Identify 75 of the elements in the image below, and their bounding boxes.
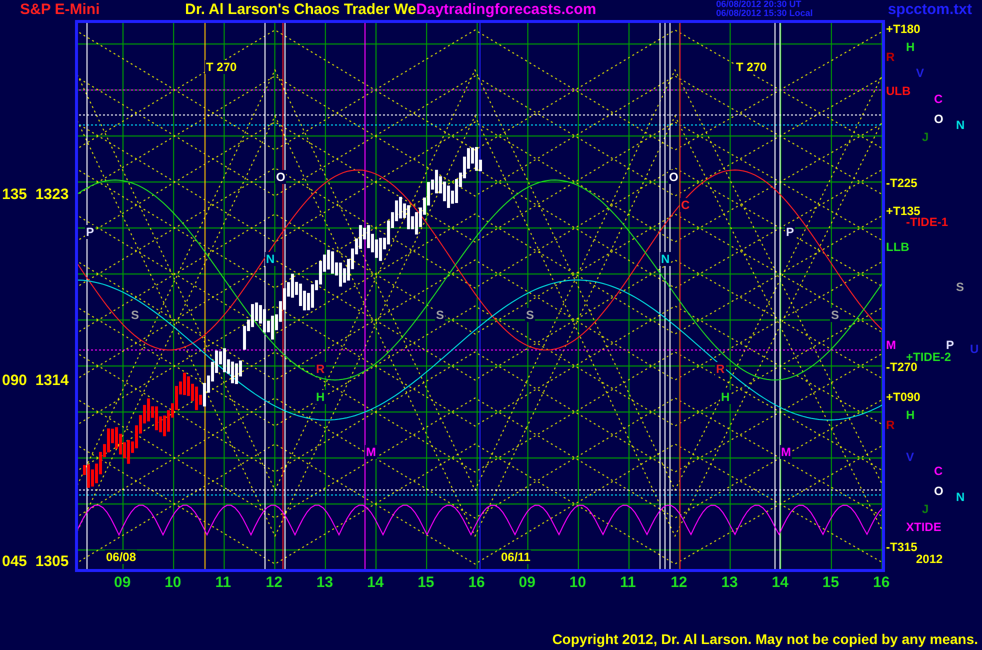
symbol-title: S&P E-Mini: [20, 0, 101, 20]
chart-marker-label: S: [830, 308, 840, 322]
level-label: J: [922, 130, 929, 144]
hour-axis-label: 09: [114, 574, 131, 592]
price-axis-label: 090 1314: [2, 372, 69, 390]
hour-axis-label: 15: [822, 574, 840, 592]
chart-marker-label: M: [365, 445, 377, 459]
level-label: U: [970, 342, 979, 356]
hour-axis-label: 15: [418, 574, 434, 592]
chart-marker-label: H: [720, 390, 731, 404]
level-label: O: [934, 484, 944, 498]
level-label: R: [886, 418, 895, 432]
level-label: R: [886, 50, 895, 64]
chart-marker-label: S: [525, 308, 536, 322]
site-name: Daytradingforecasts.com: [416, 0, 598, 20]
copyright-notice: Copyright 2012, Dr. Al Larson. May not be copied by any means.: [552, 630, 978, 648]
level-label: H: [906, 408, 915, 422]
level-label: +T090: [886, 390, 920, 404]
level-label: S: [956, 280, 964, 294]
price-axis-label: 045 1305: [2, 553, 69, 571]
level-label: +T180: [886, 22, 920, 36]
chart-marker-label: P: [785, 225, 796, 239]
level-label: V: [916, 66, 924, 80]
chart-marker-label: M: [780, 445, 792, 459]
level-label: -TIDE-1: [906, 215, 948, 229]
chart-title: Dr. Al Larson's Chaos Trader We: [185, 0, 416, 20]
hour-axis-label: 12: [670, 574, 688, 592]
chart-marker-label: 06/08: [105, 550, 138, 564]
file-name: spcctom.txt: [888, 0, 972, 20]
chart-marker-label: R: [715, 362, 726, 376]
chart-marker-label: S: [130, 308, 140, 322]
chart-marker-label: N: [660, 252, 671, 266]
level-label: M: [886, 338, 896, 352]
hour-axis-label: 12: [266, 574, 282, 592]
level-label: H: [906, 40, 915, 54]
chart-marker-label: 06/11: [500, 550, 532, 564]
level-label: -T225: [886, 176, 918, 190]
chart-marker-label: S: [435, 308, 446, 322]
hour-axis-label: 10: [164, 574, 182, 592]
chart-marker-label: P: [85, 225, 96, 239]
level-label: 2012: [916, 552, 943, 566]
level-label: LLB: [886, 240, 910, 254]
hour-axis-label: 10: [569, 574, 586, 592]
level-label: C: [934, 92, 943, 106]
chart-marker-label: O: [668, 170, 680, 184]
hour-axis-label: 11: [620, 574, 636, 592]
level-label: O: [934, 112, 944, 126]
timestamp-ut: 06/08/2012 20:30 UT: [716, 0, 802, 9]
chart-marker-label: H: [315, 390, 326, 404]
level-label: ULB: [886, 84, 911, 98]
chart-marker-label: N: [265, 252, 276, 266]
level-label: N: [956, 490, 965, 504]
hour-axis-label: 13: [316, 574, 334, 592]
level-label: +T135: [886, 204, 920, 218]
level-label: N: [956, 118, 965, 132]
hour-axis-label: 14: [772, 574, 788, 592]
chart-marker-label: R: [315, 362, 326, 376]
level-label: J: [922, 502, 929, 516]
level-label: V: [906, 450, 914, 464]
hour-axis-label: 16: [873, 574, 890, 592]
timestamp-local: 06/08/2012 15:30 Local: [716, 9, 813, 18]
chart-marker-label: T 270: [205, 60, 238, 74]
hour-axis-label: 13: [721, 574, 738, 592]
level-label: XTIDE: [906, 520, 942, 534]
price-axis-label: 135 1323: [2, 186, 69, 204]
hour-axis-label: 09: [518, 574, 536, 592]
level-label: P: [946, 338, 954, 352]
level-label: C: [934, 464, 943, 478]
chart-marker-label: C: [680, 198, 691, 212]
level-label: -T315: [886, 540, 918, 554]
hour-axis-label: 14: [367, 574, 384, 592]
hour-axis-label: 11: [215, 574, 232, 592]
chart-marker-label: O: [275, 170, 286, 184]
hour-axis-label: 16: [468, 574, 485, 592]
chart-marker-label: T 270: [735, 60, 768, 74]
